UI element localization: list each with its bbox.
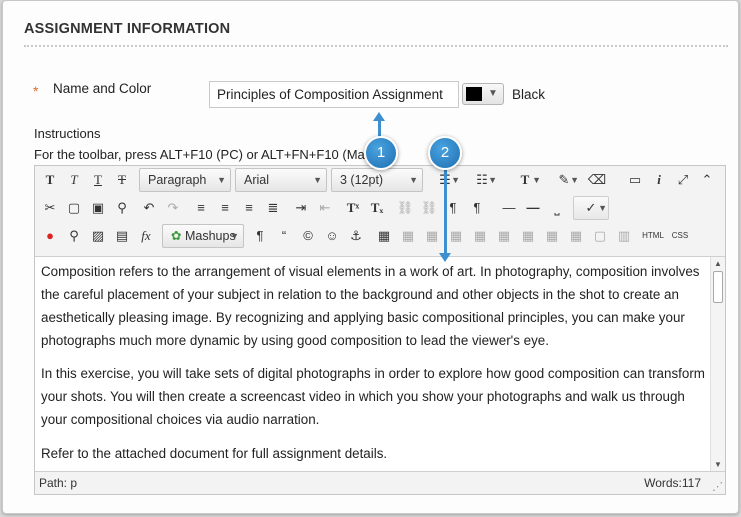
text-color-icon[interactable]: T ▼ bbox=[507, 168, 543, 192]
find-icon[interactable]: ⚲ bbox=[110, 196, 134, 220]
content-paragraph: Refer to the attached document for full … bbox=[41, 446, 388, 461]
assignment-panel: ASSIGNMENT INFORMATION * Name and Color … bbox=[2, 0, 739, 514]
rich-text-editor: T T T T Paragraph▼ Arial▼ 3 (12pt)▼ ☰▼ ☷… bbox=[34, 165, 726, 495]
info-icon[interactable]: i bbox=[647, 168, 671, 192]
highlight-color-icon[interactable]: ✎ ▼ bbox=[547, 168, 581, 192]
underline-icon[interactable]: T bbox=[86, 168, 110, 192]
required-marker: * bbox=[33, 83, 39, 99]
paragraph-mark-icon[interactable]: ¶ bbox=[248, 224, 272, 248]
insert-col-after-icon[interactable]: ▦ bbox=[540, 224, 564, 248]
toolbar-hint: For the toolbar, press ALT+F10 (PC) or A… bbox=[34, 147, 380, 162]
preview-icon[interactable]: ▭ bbox=[623, 168, 647, 192]
fullscreen-icon[interactable]: ⤢ bbox=[671, 168, 695, 192]
merge-cells-icon[interactable]: ▥ bbox=[612, 224, 636, 248]
callout-2-badge: 2 bbox=[428, 136, 462, 170]
delete-row-icon[interactable]: ▦ bbox=[492, 224, 516, 248]
align-center-icon[interactable]: ≡ bbox=[213, 196, 237, 220]
align-left-icon[interactable]: ≡ bbox=[189, 196, 213, 220]
align-right-icon[interactable]: ≡ bbox=[237, 196, 261, 220]
section-title: ASSIGNMENT INFORMATION bbox=[24, 21, 231, 37]
callout-1-badge: 1 bbox=[364, 136, 398, 170]
toolbar-row-2: ✂ ▢ ▣ ⚲ ↶ ↷ ≡ ≡ ≡ ≣ ⇥ ⇤ Tˣ Tₓ ⛓ ⛓ ¶ ¶ — … bbox=[35, 194, 725, 222]
color-swatch bbox=[466, 87, 482, 101]
subscript-icon[interactable]: Tₓ bbox=[365, 196, 389, 220]
youtube-icon[interactable]: ● bbox=[38, 224, 62, 248]
font-size-select[interactable]: 3 (12pt) ▼ bbox=[331, 168, 423, 192]
insert-media-icon[interactable]: ▤ bbox=[110, 224, 134, 248]
content-paragraph: Composition refers to the arrangement of… bbox=[41, 264, 700, 348]
horizontal-rule-icon[interactable]: — bbox=[497, 196, 521, 220]
delete-col-icon[interactable]: ▦ bbox=[564, 224, 588, 248]
align-justify-icon[interactable]: ≣ bbox=[261, 196, 285, 220]
paste-icon[interactable]: ▣ bbox=[86, 196, 110, 220]
equation-icon[interactable]: fx bbox=[134, 224, 158, 248]
html-source-button[interactable]: HTML bbox=[639, 224, 667, 248]
color-name-label: Black bbox=[512, 87, 546, 102]
css-button[interactable]: CSS bbox=[667, 224, 693, 248]
name-and-color-label: Name and Color bbox=[53, 81, 152, 96]
chevron-down-icon: ▼ bbox=[488, 88, 498, 99]
scroll-thumb[interactable] bbox=[713, 271, 723, 303]
copy-icon[interactable]: ▢ bbox=[62, 196, 86, 220]
mashups-select[interactable]: ✿ Mashups ▼ bbox=[162, 224, 244, 248]
outdent-icon[interactable]: ⇤ bbox=[313, 196, 337, 220]
bold-icon[interactable]: T bbox=[38, 168, 62, 192]
indent-icon[interactable]: ⇥ bbox=[289, 196, 313, 220]
editor-content[interactable]: Composition refers to the arrangement of… bbox=[35, 256, 725, 472]
split-cells-icon[interactable]: ▢ bbox=[588, 224, 612, 248]
spellcheck-icon[interactable]: ✓ ▼ bbox=[573, 196, 609, 220]
insert-col-before-icon[interactable]: ▦ bbox=[516, 224, 540, 248]
assignment-name-input[interactable]: Principles of Composition Assignment bbox=[209, 81, 459, 108]
table-cell-props-icon[interactable]: ▦ bbox=[420, 224, 444, 248]
horizontal-line-icon[interactable]: — bbox=[521, 196, 545, 220]
callout-1-arrowhead bbox=[373, 112, 385, 121]
numbered-list-icon[interactable]: ☷ ▼ bbox=[465, 168, 499, 192]
redo-icon[interactable]: ↷ bbox=[161, 196, 185, 220]
scroll-up-icon[interactable]: ▲ bbox=[714, 259, 722, 268]
toolbar-row-3: ● ⚲ ▨ ▤ fx ✿ Mashups ▼ ¶ “ © ☺ ⚓ ▦ ▦ ▦ ▦ … bbox=[35, 222, 725, 250]
undo-icon[interactable]: ↶ bbox=[137, 196, 161, 220]
word-count: Words:117 bbox=[644, 476, 701, 490]
insert-row-before-icon[interactable]: ▦ bbox=[444, 224, 468, 248]
clear-formatting-icon[interactable]: ⌫ bbox=[585, 168, 609, 192]
collapse-toolbar-icon[interactable]: ⌃ bbox=[695, 168, 719, 192]
section-divider bbox=[24, 45, 728, 47]
table-row-props-icon[interactable]: ▦ bbox=[396, 224, 420, 248]
insert-image-icon[interactable]: ▨ bbox=[86, 224, 110, 248]
unlink-icon[interactable]: ⛓ bbox=[417, 196, 441, 220]
insert-table-icon[interactable]: ▦ bbox=[372, 224, 396, 248]
quote-icon[interactable]: “ bbox=[272, 224, 296, 248]
callout-2-connector bbox=[444, 166, 447, 254]
font-family-select[interactable]: Arial ▼ bbox=[235, 168, 327, 192]
nonbreaking-space-icon[interactable]: ⎵ bbox=[545, 196, 569, 220]
emoticon-icon[interactable]: ☺ bbox=[320, 224, 344, 248]
strikethrough-icon[interactable]: T bbox=[110, 168, 134, 192]
scroll-down-icon[interactable]: ▼ bbox=[714, 460, 722, 469]
italic-icon[interactable]: T bbox=[62, 168, 86, 192]
superscript-icon[interactable]: Tˣ bbox=[341, 196, 365, 220]
element-path: Path: p bbox=[39, 476, 78, 490]
rtl-icon[interactable]: ¶ bbox=[465, 196, 489, 220]
content-paragraph: In this exercise, you will take sets of … bbox=[41, 366, 705, 427]
insert-row-after-icon[interactable]: ▦ bbox=[468, 224, 492, 248]
anchor-icon[interactable]: ⚓ bbox=[344, 224, 368, 248]
color-picker-button[interactable]: ▼ bbox=[462, 83, 504, 105]
toolbar-row-1: T T T T Paragraph▼ Arial▼ 3 (12pt)▼ ☰▼ ☷… bbox=[35, 166, 725, 194]
instructions-label: Instructions bbox=[34, 126, 101, 141]
resize-grip-icon[interactable]: ⋰ bbox=[712, 480, 723, 493]
attach-file-icon[interactable]: ⚲ bbox=[62, 224, 86, 248]
copyright-icon[interactable]: © bbox=[296, 224, 320, 248]
paragraph-format-select[interactable]: Paragraph ▼ bbox=[139, 168, 231, 192]
link-icon[interactable]: ⛓ bbox=[393, 196, 417, 220]
cut-icon[interactable]: ✂ bbox=[38, 196, 62, 220]
editor-scrollbar[interactable]: ▲ ▼ bbox=[710, 257, 725, 471]
callout-2-arrowhead bbox=[439, 253, 451, 262]
